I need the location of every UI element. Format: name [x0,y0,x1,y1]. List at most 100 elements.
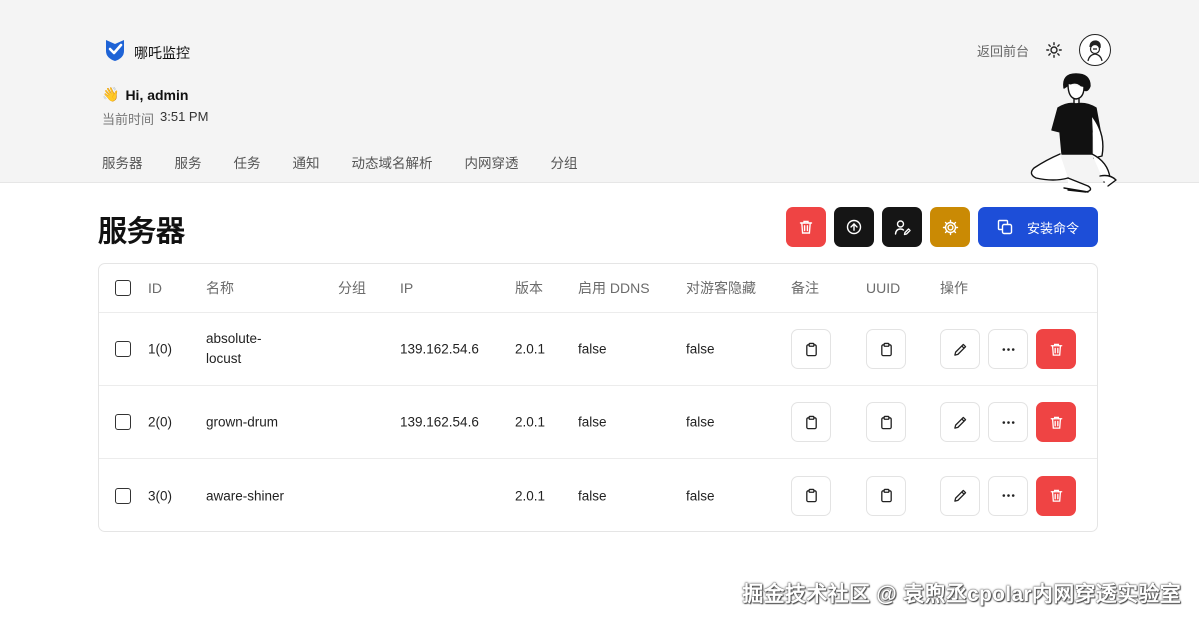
trash-icon [1050,489,1062,502]
trash-icon [1050,343,1062,356]
copy-note-button[interactable] [791,475,831,516]
nav-item-servers[interactable]: 服务器 [102,152,143,172]
brand-name: 哪吒监控 [134,44,190,61]
col-name[interactable]: 名称 [206,278,234,298]
clipboard-icon [880,342,892,356]
time-value: 3:51 PM [160,109,209,124]
server-id: 1(0) [148,341,173,357]
arrow-up-circle-icon [846,219,862,235]
back-to-frontend-link[interactable]: 返回前台 [977,41,1029,60]
more-button[interactable] [988,329,1028,369]
server-hidden: false [686,341,715,357]
col-hidden[interactable]: 对游客隐藏 [686,278,756,298]
clipboard-icon [805,488,817,503]
server-ip: 139.162.54.6 [400,414,479,430]
gear-icon [942,219,958,235]
current-time: 当前时间 3:51 PM [102,109,208,128]
select-all-checkbox[interactable] [115,280,131,296]
server-version: 2.0.1 [515,341,546,357]
col-version[interactable]: 版本 [515,278,543,298]
ellipsis-icon [1002,494,1014,497]
row-checkbox[interactable] [115,414,131,430]
greeting: 👋 Hi, admin 当前时间 3:51 PM [102,86,208,128]
nav-item-notifications[interactable]: 通知 [293,152,320,172]
servers-table: ID 名称 分组 IP 版本 启用 DDNS 对游客隐藏 备注 UUID 操作 … [98,263,1098,532]
delete-button[interactable] [1036,475,1076,516]
edit-button[interactable] [940,475,980,516]
server-version: 2.0.1 [515,488,546,503]
install-command-button[interactable]: 安装命令 [978,207,1098,247]
server-id: 3(0) [148,488,173,503]
greeting-line: 👋 Hi, admin [102,86,208,103]
watermark: 掘金技术社区 @ 袁煦丞cpolar内网穿透实验室 [742,583,1181,606]
table-header: ID 名称 分组 IP 版本 启用 DDNS 对游客隐藏 备注 UUID 操作 [99,264,1097,313]
col-id[interactable]: ID [148,280,162,296]
edit-button[interactable] [940,329,980,369]
nav-item-nat[interactable]: 内网穿透 [465,152,519,172]
greeting-text: Hi, admin [125,86,189,103]
settings-button[interactable] [930,207,970,247]
nav-item-tasks[interactable]: 任务 [234,152,261,172]
sun-icon[interactable] [1043,39,1065,61]
topbar-actions: 返回前台 [977,34,1111,66]
server-name: grown-drum [206,414,279,430]
table-row: 3(0) aware-shiner 2.0.1 false false [99,459,1097,532]
table-row: 2(0) grown-drum 139.162.54.6 2.0.1 false… [99,386,1097,459]
server-ip: 139.162.54.6 [400,341,479,357]
ellipsis-icon [1002,420,1014,424]
pencil-icon [953,416,966,429]
table-row: 1(0) absolute-locust 139.162.54.6 2.0.1 … [99,313,1097,386]
server-ddns: false [578,414,607,430]
copy-uuid-button[interactable] [866,402,906,442]
clipboard-icon [805,415,817,429]
time-label: 当前时间 [102,112,155,127]
server-name: aware-shiner [206,488,285,503]
server-hidden: false [686,414,715,430]
more-button[interactable] [988,475,1028,516]
avatar-icon[interactable] [1079,34,1111,66]
upgrade-button[interactable] [834,207,874,247]
wave-icon: 👋 [102,86,120,102]
delete-button[interactable] [1036,329,1076,369]
col-uuid: UUID [866,280,901,296]
nav-item-groups[interactable]: 分组 [551,152,578,172]
ellipsis-icon [1002,347,1014,351]
nav-item-services[interactable]: 服务 [175,152,202,172]
server-name: absolute-locust [206,331,262,366]
copy-note-button[interactable] [791,329,831,369]
person-illustration [1024,70,1120,198]
col-group[interactable]: 分组 [338,278,366,298]
brand[interactable]: 哪吒监控 [104,38,190,67]
delete-button[interactable] [1036,402,1076,442]
more-button[interactable] [988,402,1028,442]
pencil-icon [953,489,966,502]
main-nav: 服务器 服务 任务 通知 动态域名解析 内网穿透 分组 [102,152,610,172]
col-note: 备注 [791,280,819,296]
copy-uuid-button[interactable] [866,475,906,516]
pencil-icon [953,343,966,356]
toolbar: 安装命令 [786,207,1098,247]
server-ddns: false [578,488,607,503]
page-title: 服务器 [98,216,186,248]
clipboard-icon [805,342,817,356]
clipboard-icon [880,415,892,429]
server-version: 2.0.1 [515,414,546,430]
nav-item-ddns[interactable]: 动态域名解析 [352,152,433,172]
server-hidden: false [686,488,715,503]
col-ip[interactable]: IP [400,280,413,296]
copy-icon [997,219,1013,235]
row-checkbox[interactable] [115,341,131,357]
edit-button[interactable] [940,402,980,442]
copy-uuid-button[interactable] [866,329,906,369]
copy-note-button[interactable] [791,402,831,442]
install-command-label: 安装命令 [1026,220,1079,236]
batch-delete-button[interactable] [786,207,826,247]
col-actions: 操作 [940,280,968,296]
server-ddns: false [578,341,607,357]
assign-user-button[interactable] [882,207,922,247]
row-checkbox[interactable] [115,487,131,504]
clipboard-icon [880,488,892,503]
col-ddns[interactable]: 启用 DDNS [578,278,650,298]
logo-icon [104,38,126,67]
trash-icon [1050,416,1062,429]
